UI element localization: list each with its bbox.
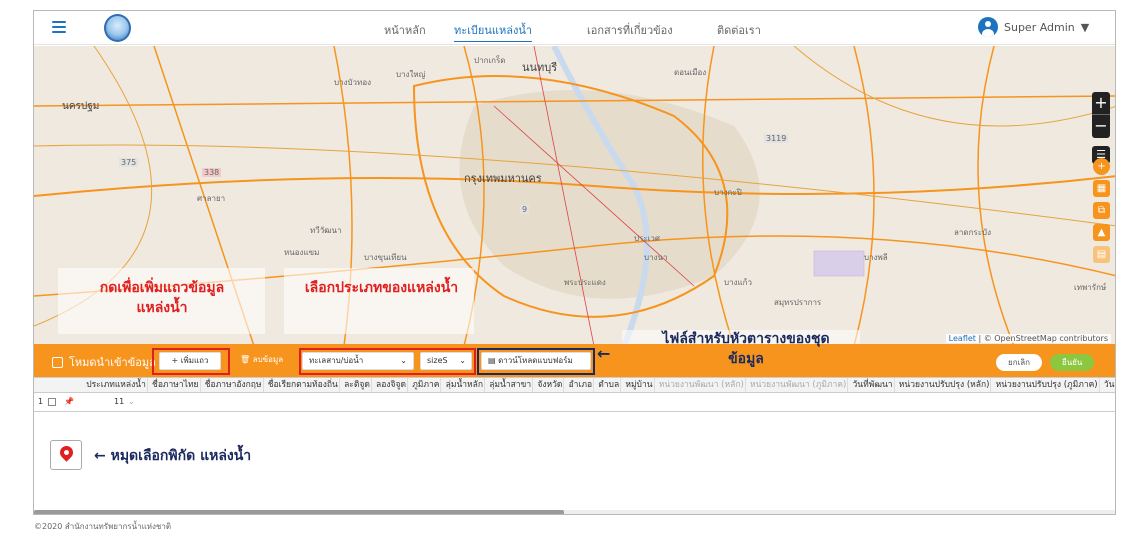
road-shield: 375: [119, 158, 139, 167]
table-row[interactable]: 1 📌 11 ⌄: [34, 394, 334, 410]
grid-header-cell: ชื่อเรียกตามท้องถิ่น: [267, 378, 340, 392]
map-label: บางขุนเทียน: [364, 253, 407, 262]
map-view[interactable]: นนทบุรี นครปฐม บางใหญ่ ปากเกร็ด กรุงเทพม…: [34, 46, 1115, 346]
map-label: พระประแดง: [564, 278, 606, 287]
annotation-template: ไฟล์สำหรับหัวตารางของชุด ข้อมูล: [662, 331, 830, 367]
pin-icon[interactable]: 📌: [64, 394, 74, 410]
cancel-button[interactable]: ยกเลิก: [996, 354, 1043, 371]
osm-attribution[interactable]: © OpenStreetMap contributors: [984, 334, 1108, 343]
grid-header-cell: หมู่บ้าน: [625, 378, 655, 392]
type-cell[interactable]: 11: [114, 394, 124, 410]
footer-copyright: ©2020 สำนักงานทรัพยากรน้ำแห่งชาติ: [34, 522, 172, 531]
grid-header-cell: ลองจิจูด: [376, 378, 408, 392]
map-label: บางบัวทอง: [334, 78, 372, 87]
grid-header-cell: อำเภอ: [568, 378, 595, 392]
annotation-pin: ← หมุดเลือกพิกัด แหล่งน้ำ: [94, 448, 252, 464]
map-label: นครปฐม: [62, 101, 100, 112]
zoom-in-icon[interactable]: +: [1092, 92, 1110, 115]
grid-divider: [34, 411, 1115, 412]
highlight-add-row: [152, 348, 230, 375]
add-circle-icon[interactable]: +: [1093, 158, 1110, 175]
zoom-control[interactable]: + −: [1092, 92, 1110, 138]
document-icon[interactable]: ▤: [1093, 246, 1110, 263]
zoom-out-icon[interactable]: −: [1092, 115, 1110, 138]
highlight-download: [477, 348, 595, 375]
top-navbar: หน้าหลัก ทะเบียนแหล่งน้ำ เอกสารที่เกี่ยว…: [34, 11, 1115, 45]
grid-header-cell: ภูมิภาค: [412, 378, 442, 392]
annotation-select-type: เลือกประเภทของแหล่งน้ำ: [304, 280, 459, 296]
grid-header-cell: ละติจูด: [344, 378, 372, 392]
map-label: กรุงเทพมหานคร: [464, 172, 542, 185]
map-pin-icon: [57, 443, 76, 462]
agency-logo: [104, 14, 131, 42]
map-label: ทวีวัฒนา: [310, 226, 342, 235]
user-menu[interactable]: Super Admin ▼: [978, 17, 1089, 37]
arrow-left-icon: ←: [597, 344, 611, 363]
app-frame: หน้าหลัก ทะเบียนแหล่งน้ำ เอกสารที่เกี่ยว…: [33, 10, 1116, 515]
chevron-down-icon: ▼: [1080, 20, 1090, 34]
map-label: หนองแขม: [284, 248, 320, 257]
nav-docs[interactable]: เอกสารที่เกี่ยวข้อง: [587, 21, 673, 39]
user-avatar-icon: [978, 17, 998, 37]
map-label: บางใหญ่: [396, 70, 426, 79]
grid-header-cell: หน่วยงานพัฒนา (ภูมิภาค): [749, 378, 849, 392]
grid-tool-icon[interactable]: ▦: [1093, 180, 1110, 197]
table-icon: [52, 356, 63, 368]
grid-header-cell: จังหวัด: [537, 378, 565, 392]
grid-header-cell: ชื่อภาษาไทย: [152, 378, 201, 392]
location-pin-button[interactable]: [50, 440, 82, 470]
annotation-add-row: กดเพื่อเพิ่มแถวข้อมูล แหล่งน้ำ: [99, 280, 225, 316]
delete-button[interactable]: 🗑 ลบข้อมูล: [234, 352, 289, 370]
road-shield: 3119: [764, 134, 789, 143]
row-checkbox[interactable]: [48, 398, 56, 406]
road-shield: 338: [202, 168, 222, 177]
confirm-button[interactable]: ยืนยัน: [1050, 354, 1095, 371]
map-label: ประเวศ: [634, 234, 660, 243]
map-label: สมุทรปราการ: [774, 298, 822, 307]
nav-register[interactable]: ทะเบียนแหล่งน้ำ: [454, 21, 533, 42]
hamburger-menu-icon[interactable]: [52, 21, 66, 33]
map-label: ศาลายา: [197, 194, 226, 203]
map-label: ปากเกร็ด: [474, 56, 506, 65]
map-label: นนทบุรี: [522, 61, 558, 74]
grid-header-cell: ลุ่มน้ำหลัก: [445, 378, 486, 392]
data-grid: ประเภทแหล่งน้ำ ชื่อภาษาไทย ชื่อภาษาอังกฤ…: [34, 377, 1115, 411]
grid-header-cell: ตำบล: [598, 378, 622, 392]
grid-header-cell: ลุ่มน้ำสาขา: [489, 378, 534, 392]
grid-header-cell: วัน: [1103, 380, 1115, 390]
map-label: บางนา: [644, 253, 668, 262]
grid-header-cell: หน่วยงานปรับปรุง (ภูมิภาค): [995, 378, 1100, 392]
map-label: บางพลี: [864, 253, 888, 262]
horizontal-scrollbar[interactable]: [34, 510, 1115, 514]
nav-home[interactable]: หน้าหลัก: [384, 21, 426, 39]
copy-tool-icon[interactable]: ⧉: [1093, 202, 1110, 219]
grid-header-cell: หน่วยงานปรับปรุง (หลัก): [898, 378, 992, 392]
grid-header-cell: ชื่อภาษาอังกฤษ: [204, 378, 264, 392]
chevron-down-icon[interactable]: ⌄: [128, 394, 135, 410]
nav-contact[interactable]: ติดต่อเรา: [717, 21, 761, 39]
grid-header: ประเภทแหล่งน้ำ ชื่อภาษาไทย ชื่อภาษาอังกฤ…: [34, 377, 1115, 393]
map-attribution: Leaflet | © OpenStreetMap contributors: [945, 334, 1111, 343]
map-label: ดอนเมือง: [674, 68, 707, 77]
map-label: เทพารักษ์: [1074, 283, 1107, 292]
map-label: ลาดกระบัง: [954, 228, 992, 237]
row-number: 1: [38, 397, 44, 406]
scrollbar-thumb[interactable]: [34, 510, 564, 514]
grid-header-cell: หน่วยงานพัฒนา (หลัก): [658, 378, 746, 392]
warning-icon[interactable]: ▲: [1093, 224, 1110, 241]
user-name: Super Admin: [1004, 20, 1075, 34]
road-shield: 9: [520, 205, 530, 214]
grid-header-cell: ประเภทแหล่งน้ำ: [86, 378, 148, 392]
import-mode-title: โหมดนำเข้าข้อมูล: [52, 353, 156, 371]
map-label: บางกะปิ: [714, 188, 742, 197]
grid-header-cell: วันที่พัฒนา: [852, 378, 895, 392]
leaflet-link[interactable]: Leaflet: [949, 334, 976, 343]
highlight-type-select: [299, 348, 476, 375]
map-label: บางแก้ว: [724, 278, 752, 287]
